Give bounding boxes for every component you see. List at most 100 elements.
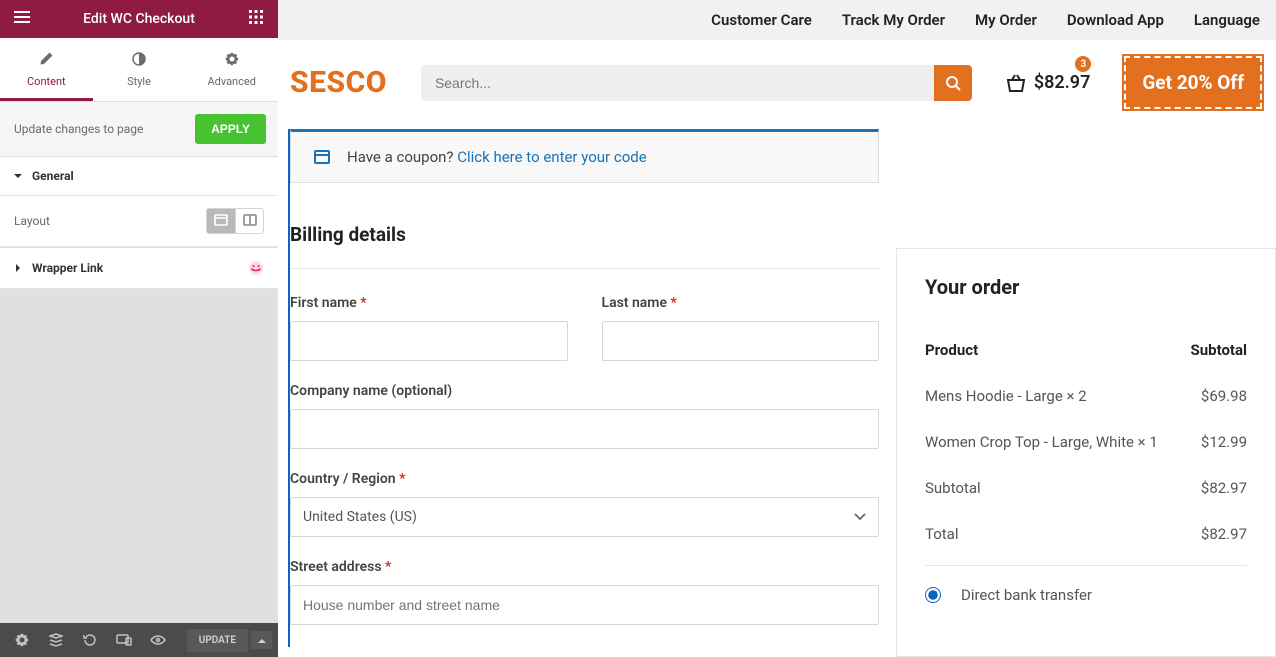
site-preview: Customer Care Track My Order My Order Do… [278,0,1276,657]
history-icon[interactable] [74,628,106,652]
country-select[interactable]: United States (US) [290,497,879,537]
tab-label: Advanced [207,75,255,88]
cart-badge: 3 [1075,56,1091,72]
panel-tabs: Content Style Advanced [0,38,278,102]
divider [290,268,879,269]
chevron-down-icon [854,513,866,521]
search-button[interactable] [934,65,972,101]
footer-update-button[interactable]: UPDATE [187,629,248,652]
order-head-row: Product Subtotal [925,327,1247,373]
accordion-wrapper-link[interactable]: Wrapper Link [0,247,278,289]
payment-bank-option[interactable]: Direct bank transfer [925,566,1247,604]
cart-total: $82.97 [1034,72,1091,93]
caret-down-icon [14,169,22,183]
layout-full-icon [214,214,228,229]
site-header: SESCO 3 $82.97 Get 20% Off [278,40,1276,129]
order-title: Your order [925,275,1247,299]
street-input[interactable] [290,585,879,625]
company-input[interactable] [290,409,879,449]
last-name-label: Last name * [602,295,880,311]
first-name-field-wrap: First name * [290,295,568,361]
first-name-input[interactable] [290,321,568,361]
basket-icon [1006,74,1026,92]
order-summary: Your order Product Subtotal Mens Hoodie … [896,248,1276,657]
layout-option-full[interactable] [207,209,235,233]
apply-button[interactable]: APPLY [195,114,266,144]
order-total-row: Total $82.97 [925,511,1247,557]
panel-footer: UPDATE [0,623,278,657]
order-subtotal-row: Subtotal $82.97 [925,465,1247,511]
search-input[interactable] [421,65,934,101]
company-label: Company name (optional) [290,383,879,399]
billing-title: Billing details [290,223,893,246]
street-label: Street address * [290,559,879,575]
pencil-icon [4,52,89,69]
editor-panel: Edit WC Checkout Content Style Advanced … [0,0,278,657]
section-label: General [32,169,74,183]
payment-bank-label: Direct bank transfer [961,586,1092,604]
coupon-prefix: Have a coupon? [347,148,457,166]
tab-label: Style [127,75,151,88]
menu-icon[interactable] [12,11,32,27]
coupon-link[interactable]: Click here to enter your code [457,148,646,166]
order-total-value: $82.97 [1201,525,1247,543]
topnav-my-order[interactable]: My Order [975,11,1037,29]
settings-icon[interactable] [6,628,38,652]
country-field-wrap: Country / Region * United States (US) [290,471,879,537]
panel-empty [0,289,278,623]
layout-option-split[interactable] [235,209,263,233]
tab-label: Content [27,75,66,88]
col-product: Product [925,341,978,359]
preview-icon[interactable] [142,628,174,652]
navigator-icon[interactable] [40,628,72,652]
coupon-notice: Have a coupon? Click here to enter your … [290,129,879,183]
plugin-icon [248,260,264,276]
caret-right-icon [14,261,22,275]
company-field-wrap: Company name (optional) [290,383,879,449]
site-logo[interactable]: SESCO [290,65,387,100]
billing-form: First name * Last name * Company name (o… [290,268,893,625]
topnav-customer-care[interactable]: Customer Care [711,11,812,29]
panel-header: Edit WC Checkout [0,0,278,38]
order-item-price: $69.98 [1201,387,1247,405]
col-subtotal: Subtotal [1191,341,1248,359]
gear-icon [189,52,274,69]
last-name-field-wrap: Last name * [602,295,880,361]
topnav-track-order[interactable]: Track My Order [842,11,945,29]
section-general[interactable]: General [0,156,278,196]
panel-update-row: Update changes to page APPLY [0,102,278,156]
first-name-label: First name * [290,295,568,311]
order-item-row: Mens Hoodie - Large × 2 $69.98 [925,373,1247,419]
cta-button[interactable]: Get 20% Off [1124,56,1262,109]
cart-widget[interactable]: 3 $82.97 [1006,72,1091,93]
tab-advanced[interactable]: Advanced [185,38,278,101]
street-field-wrap: Street address * [290,559,879,625]
layout-toggle [206,208,264,234]
order-subtotal-label: Subtotal [925,479,981,497]
row-label: Layout [14,214,50,228]
apps-icon[interactable] [246,10,266,28]
last-name-input[interactable] [602,321,880,361]
order-item-name: Women Crop Top - Large, White × 1 [925,433,1158,451]
window-icon [313,148,331,166]
country-value: United States (US) [303,509,417,525]
responsive-icon[interactable] [108,628,140,652]
order-item-price: $12.99 [1201,433,1247,451]
checkout-main-col: Have a coupon? Click here to enter your … [288,129,893,647]
search-icon [945,75,961,91]
order-total-label: Total [925,525,959,543]
coupon-text: Have a coupon? Click here to enter your … [347,148,647,166]
topnav-language[interactable]: Language [1194,11,1260,29]
payment-bank-radio[interactable] [925,587,941,603]
layout-split-icon [243,214,257,229]
country-label: Country / Region * [290,471,879,487]
footer-update-menu[interactable] [250,631,272,649]
order-item-row: Women Crop Top - Large, White × 1 $12.99 [925,419,1247,465]
topnav-download-app[interactable]: Download App [1067,11,1164,29]
search-wrap [421,65,972,101]
tab-content[interactable]: Content [0,38,93,101]
tab-style[interactable]: Style [93,38,186,101]
row-layout: Layout [0,196,278,247]
order-item-name: Mens Hoodie - Large × 2 [925,387,1087,405]
accordion-label: Wrapper Link [32,261,103,275]
